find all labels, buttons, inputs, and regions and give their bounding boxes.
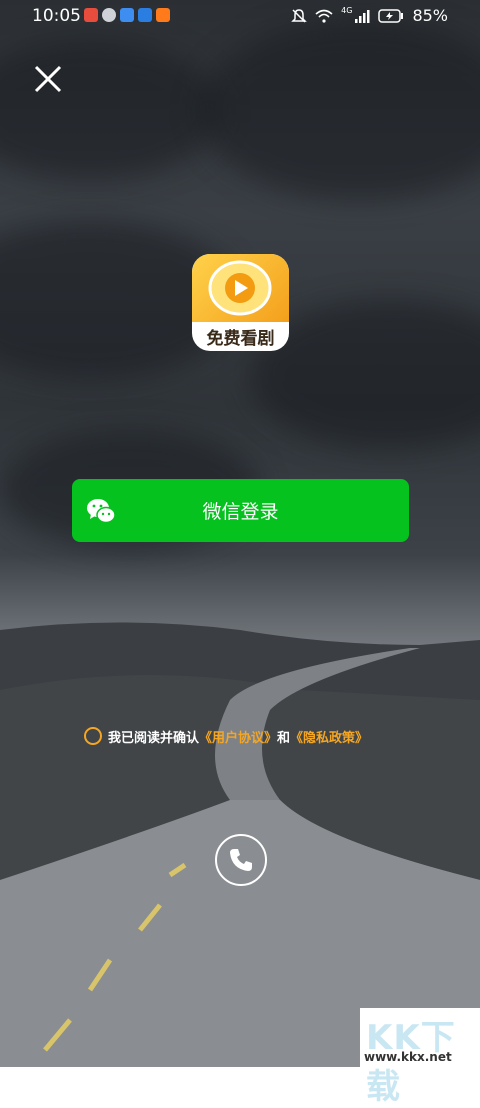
browser-icon — [120, 8, 134, 22]
agree-radio[interactable] — [84, 727, 102, 745]
phone-icon — [230, 849, 252, 871]
privacy-policy-link[interactable]: 《隐私政策》 — [290, 727, 368, 746]
lemon-play-icon — [208, 260, 272, 316]
wechat-login-label: 微信登录 — [202, 501, 279, 523]
wechat-login-button[interactable]: 微信登录 — [72, 479, 409, 542]
phone-login-button[interactable] — [215, 834, 267, 886]
watermark: KK下载 www.kkx.net — [360, 1008, 480, 1107]
notification-icons — [84, 8, 170, 22]
battery-level: 85% — [412, 6, 448, 25]
status-bar: 10:05 4G 85% — [0, 0, 480, 32]
logo-text: 免费看剧 — [206, 329, 275, 349]
app-notification-icon — [84, 8, 98, 22]
battery-icon — [378, 8, 404, 23]
watermark-url: www.kkx.net — [364, 1050, 452, 1064]
network-type: 4G — [341, 6, 353, 15]
shield-icon — [102, 8, 116, 22]
signal-icon — [355, 9, 370, 23]
mute-icon — [291, 8, 307, 23]
app-logo: 免费看剧 — [192, 254, 289, 351]
wifi-icon — [315, 9, 333, 23]
logo-artwork — [192, 254, 289, 322]
status-right: 4G 85% — [291, 6, 448, 25]
user-agreement-link[interactable]: 《用户协议》 — [199, 727, 277, 746]
cloud-app-icon — [138, 8, 152, 22]
agreement-prefix: 我已阅读并确认 — [108, 730, 200, 746]
video-app-icon — [156, 8, 170, 22]
close-icon[interactable] — [32, 63, 64, 95]
agreement-conjunction: 和 — [277, 730, 291, 746]
status-time: 10:05 — [32, 6, 81, 26]
agreement-row: 我已阅读并确认 《用户协议》 和 《隐私政策》 — [84, 725, 368, 747]
wechat-icon — [87, 499, 116, 524]
